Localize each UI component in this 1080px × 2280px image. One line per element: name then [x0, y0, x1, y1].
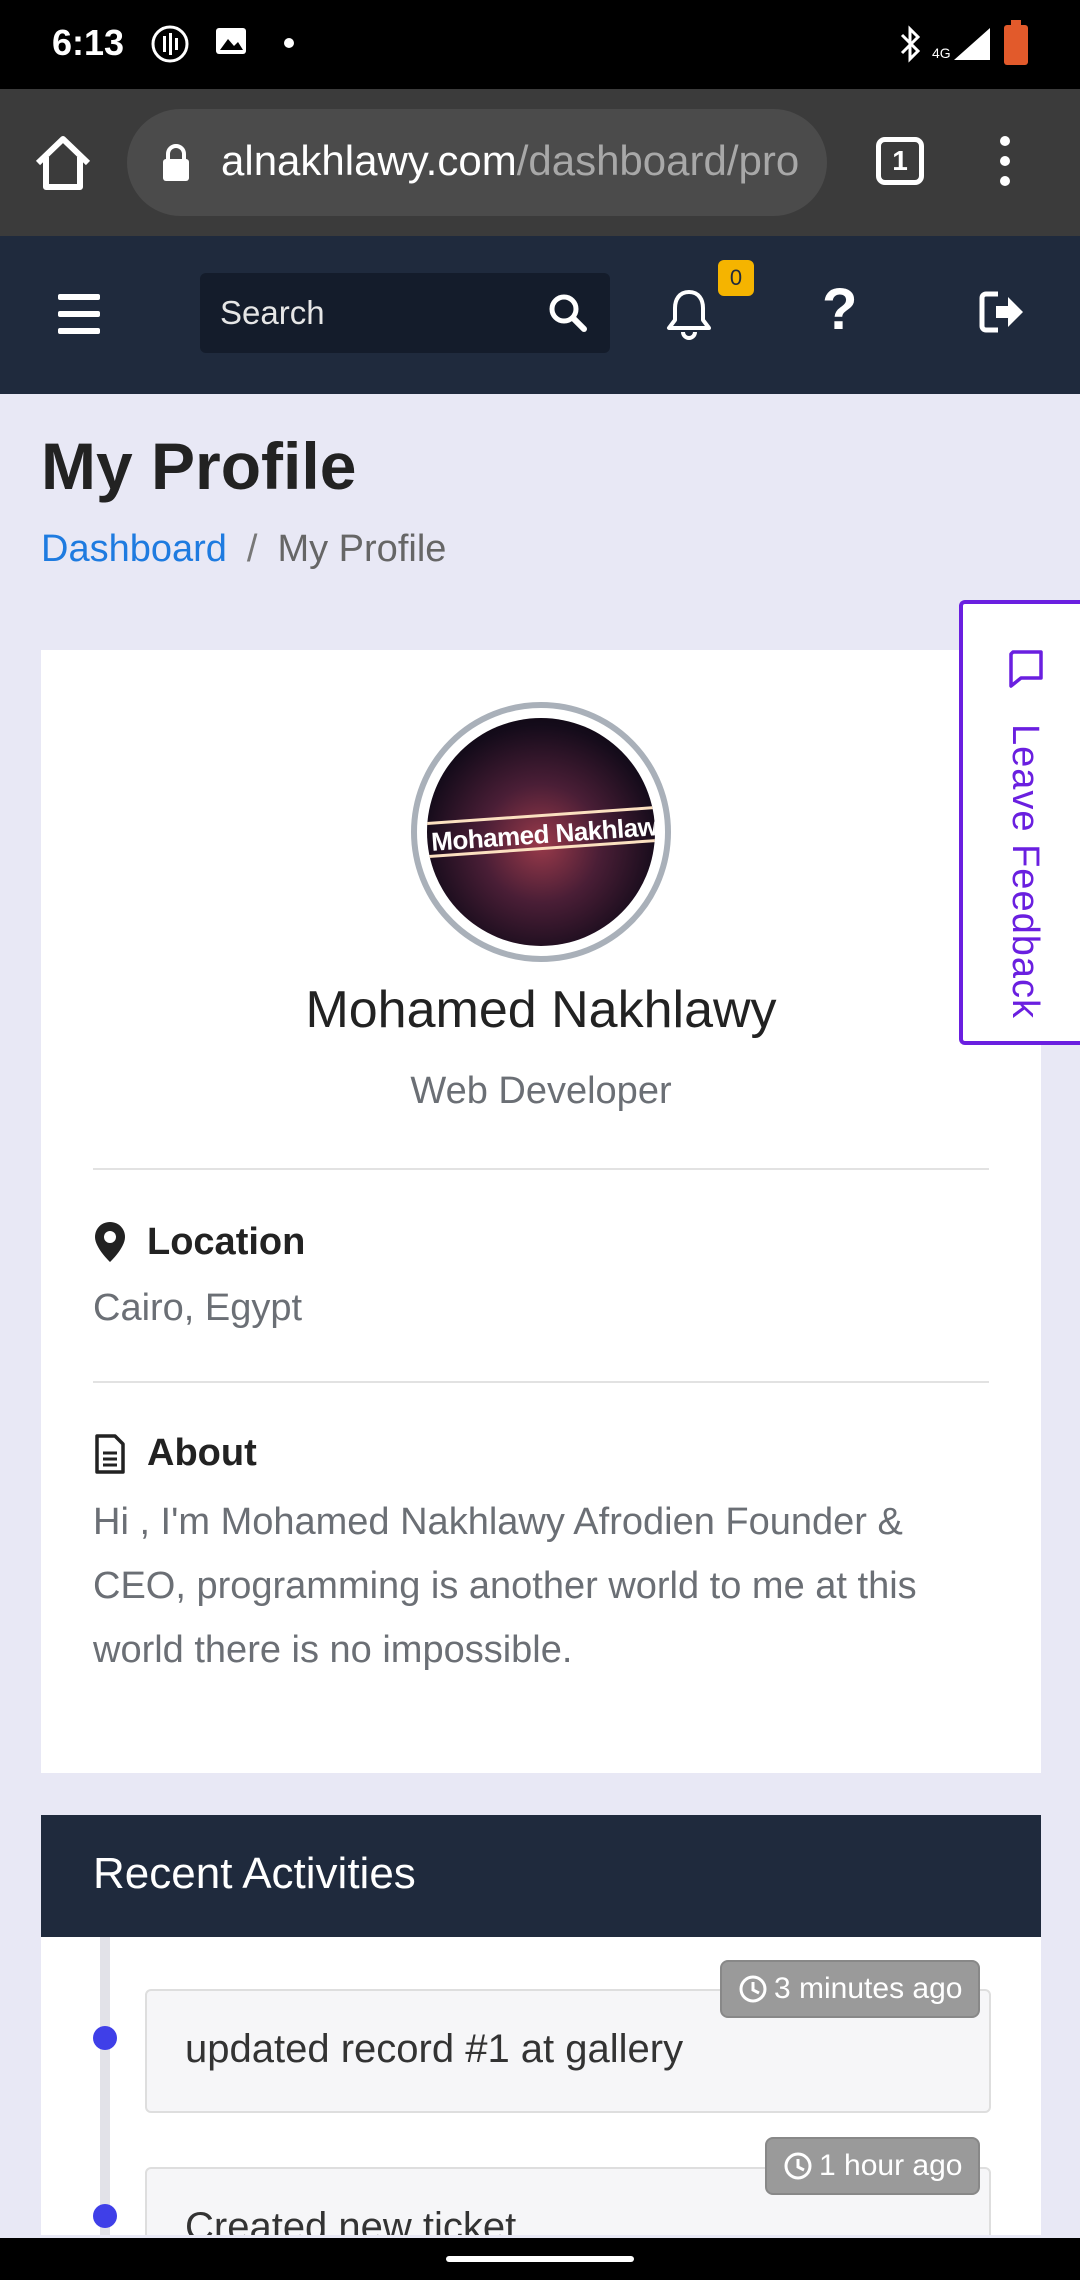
page-title: My Profile — [41, 429, 357, 503]
help-icon[interactable]: ? — [822, 276, 857, 343]
about-label: About — [147, 1432, 257, 1474]
location-label: Location — [147, 1220, 306, 1263]
url-text: alnakhlawy.com/dashboard/pro — [221, 137, 799, 185]
notification-dot-icon — [282, 36, 296, 55]
clock-icon — [739, 1975, 767, 2003]
browser-toolbar: alnakhlawy.com/dashboard/pro 1 — [0, 89, 1080, 236]
search-input[interactable] — [220, 273, 540, 353]
document-icon — [95, 1433, 125, 1474]
breadcrumb-separator: / — [246, 528, 258, 570]
more-menu-icon[interactable] — [990, 131, 1020, 191]
gallery-icon — [214, 24, 248, 63]
url-path: /dashboard/pro — [516, 137, 800, 184]
profile-name: Mohamed Nakhlawy — [305, 981, 777, 1039]
activity-time-badge: 3 minutes ago — [720, 1960, 981, 2018]
activity-text: Created new ticket — [185, 2205, 517, 2235]
timeline-line — [100, 1937, 110, 2235]
lock-icon — [161, 143, 191, 188]
url-domain: alnakhlawy.com — [221, 137, 517, 184]
activity-time: 1 hour ago — [819, 2149, 963, 2182]
activity-text: updated record #1 at gallery — [185, 2027, 684, 2071]
notification-badge: 0 — [718, 260, 754, 296]
status-time: 6:13 — [52, 22, 125, 63]
address-bar[interactable]: alnakhlawy.com/dashboard/pro — [127, 109, 827, 216]
breadcrumb-current: My Profile — [277, 528, 447, 570]
home-icon[interactable] — [28, 127, 98, 197]
svg-text:4G: 4G — [932, 45, 951, 61]
profile-role: Web Developer — [410, 1070, 672, 1112]
gesture-nav-bar — [0, 2238, 1080, 2280]
tab-switcher-button[interactable]: 1 — [876, 137, 924, 185]
signal-4g-icon: 4G — [932, 24, 996, 69]
status-bar: 6:13 4G — [0, 0, 1080, 89]
avatar-text: Mohamed Nakhlawy — [430, 810, 655, 857]
breadcrumb: Dashboard / My Profile — [41, 528, 446, 571]
avatar: Mohamed Nakhlawy — [411, 702, 671, 962]
leave-feedback-tab[interactable]: Leave Feedback — [959, 600, 1080, 1045]
location-heading: Location — [93, 1220, 305, 1264]
profile-card: Mohamed Nakhlawy Mohamed Nakhlawy Web De… — [41, 650, 1041, 1773]
map-pin-icon — [95, 1222, 125, 1262]
hamburger-menu-icon[interactable] — [58, 294, 100, 334]
home-gesture-handle[interactable] — [446, 2256, 634, 2262]
timeline-dot — [93, 2204, 117, 2228]
battery-icon — [1002, 20, 1030, 71]
activities-title: Recent Activities — [41, 1815, 1041, 1937]
divider — [93, 1168, 989, 1170]
voice-app-icon — [150, 24, 190, 69]
timeline-dot — [93, 2026, 117, 2050]
divider — [93, 1381, 989, 1383]
search-box — [200, 273, 610, 353]
feedback-icon — [1005, 648, 1047, 695]
bell-icon[interactable] — [664, 286, 714, 345]
about-text: Hi , I'm Mohamed Nakhlawy Afrodien Found… — [93, 1501, 917, 1671]
feedback-label: Leave Feedback — [1004, 724, 1046, 1019]
breadcrumb-dashboard-link[interactable]: Dashboard — [41, 528, 227, 570]
app-navbar: 0 ? — [0, 236, 1080, 394]
clock-icon — [784, 2152, 812, 2180]
logout-icon[interactable] — [978, 288, 1026, 341]
about-heading: About — [93, 1432, 257, 1475]
activity-time: 3 minutes ago — [774, 1972, 963, 2005]
bluetooth-icon — [896, 24, 926, 69]
search-icon[interactable] — [548, 293, 588, 338]
activity-time-badge: 1 hour ago — [765, 2137, 981, 2195]
location-value: Cairo, Egypt — [93, 1287, 303, 1329]
recent-activities-card: Recent Activities updated record #1 at g… — [41, 1815, 1041, 2235]
